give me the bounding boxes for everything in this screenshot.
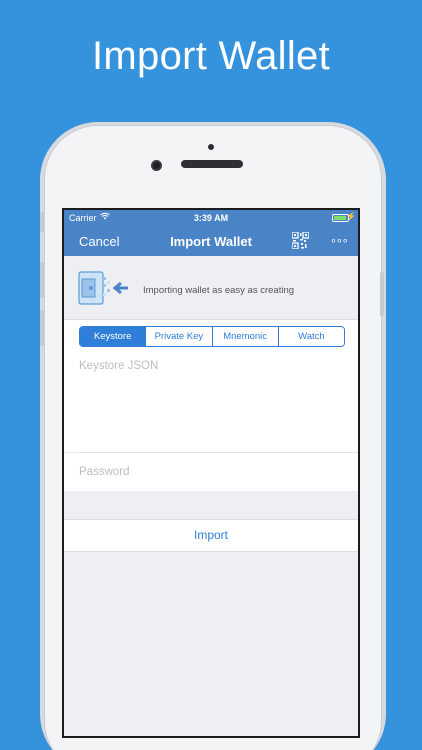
power-button — [380, 272, 384, 316]
wallet-import-icon — [78, 269, 130, 307]
volume-up-button — [40, 262, 44, 298]
front-camera — [151, 160, 162, 171]
charging-icon: ⚡ — [346, 212, 356, 221]
import-button-label: Import — [193, 528, 228, 542]
nav-area: Carrier 3:39 AM ⚡ Cancel Import Wallet ∘… — [64, 210, 358, 256]
volume-down-button — [40, 310, 44, 346]
proximity-sensor — [208, 144, 214, 150]
import-type-area: Keystore Private Key Mnemonic Watch — [64, 320, 358, 354]
status-bar: Carrier 3:39 AM ⚡ — [64, 212, 358, 226]
import-banner: Importing wallet as easy as creating — [64, 256, 358, 320]
keystore-json-input[interactable] — [79, 360, 344, 446]
status-time: 3:39 AM — [193, 213, 229, 223]
password-area — [64, 453, 358, 491]
banner-text: Importing wallet as easy as creating — [143, 285, 295, 296]
app-screen: Carrier 3:39 AM ⚡ Cancel Import Wallet ∘… — [64, 210, 358, 736]
qr-code-icon[interactable] — [291, 231, 310, 250]
tab-private-key[interactable]: Private Key — [146, 327, 213, 346]
nav-title: Import Wallet — [170, 234, 252, 249]
keystore-area — [64, 354, 358, 452]
tab-mnemonic[interactable]: Mnemonic — [212, 327, 279, 346]
promo-title: Import Wallet — [91, 34, 331, 78]
import-button[interactable]: Import — [64, 519, 358, 552]
mute-switch — [40, 212, 44, 232]
nav-bar: Cancel Import Wallet ∘∘∘ — [64, 227, 358, 256]
import-type-tabs: Keystore Private Key Mnemonic Watch — [79, 326, 345, 347]
tab-watch[interactable]: Watch — [278, 327, 344, 346]
earpiece-speaker — [181, 160, 243, 168]
password-field[interactable] — [79, 461, 344, 483]
tab-keystore[interactable]: Keystore — [80, 327, 147, 346]
more-icon[interactable]: ∘∘∘ — [330, 234, 349, 247]
